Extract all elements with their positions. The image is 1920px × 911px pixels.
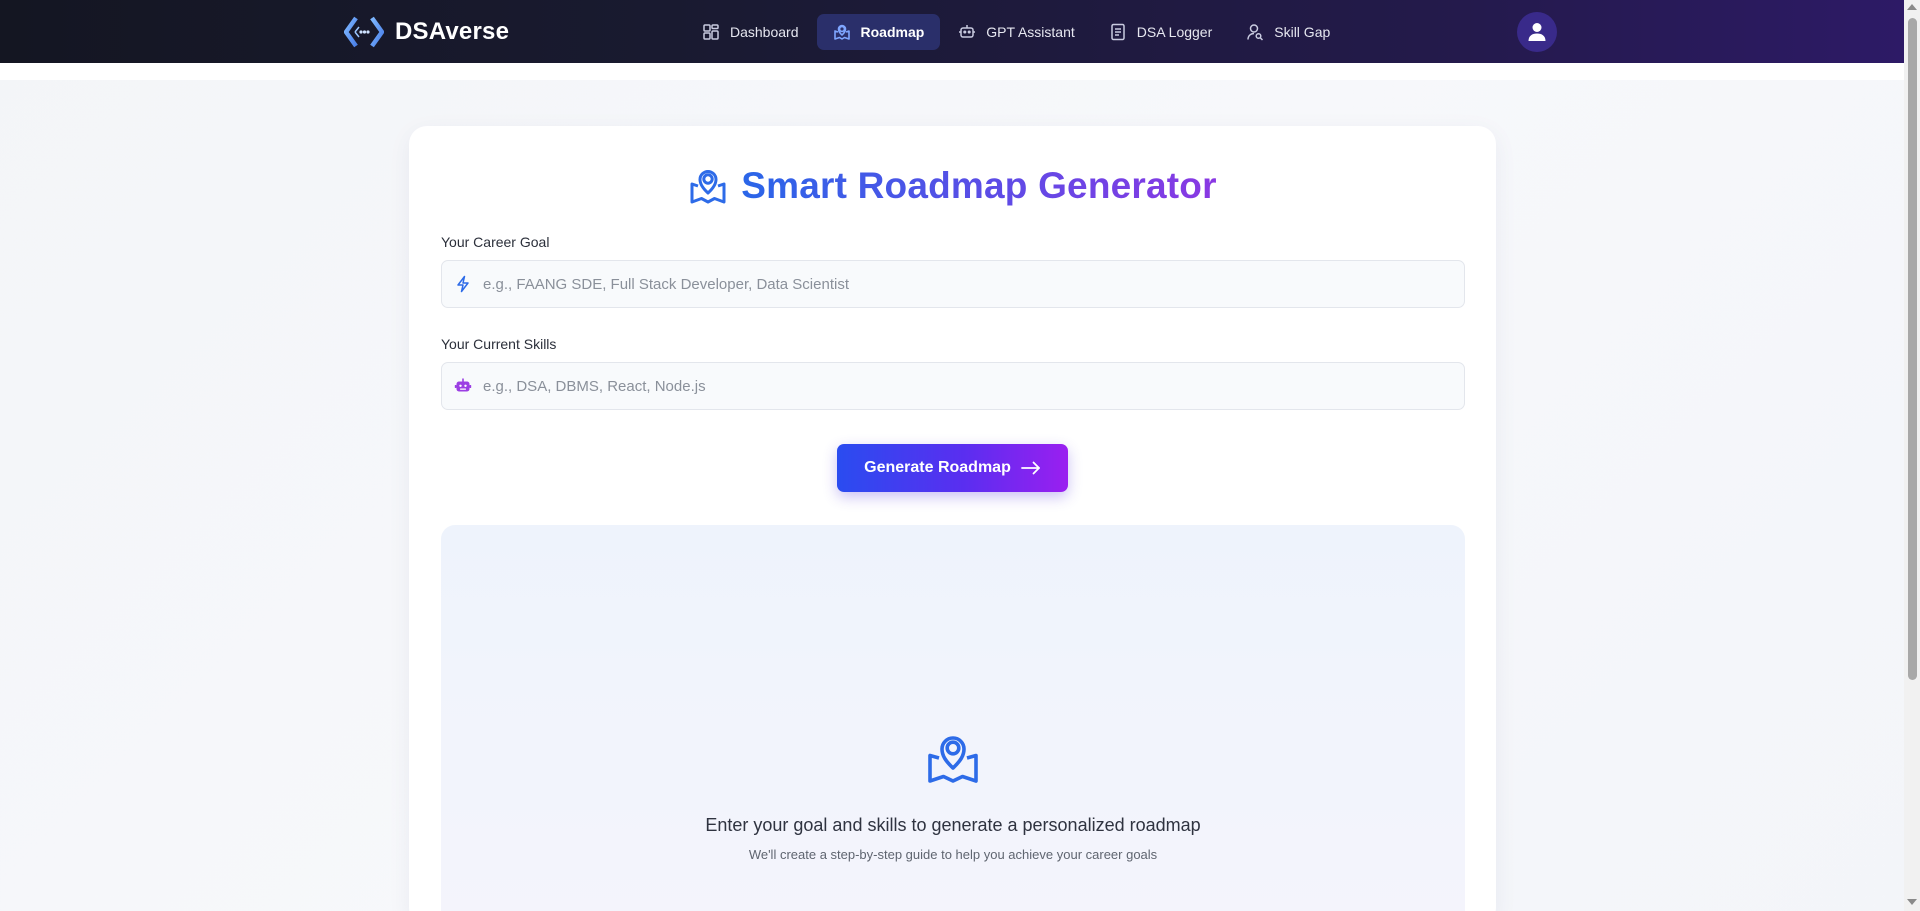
user-search-icon: [1247, 24, 1264, 41]
nav-item-label: GPT Assistant: [986, 24, 1075, 40]
code-brackets-icon: [344, 16, 384, 48]
roadmap-generator-card: Smart Roadmap Generator Your Career Goal…: [409, 126, 1496, 911]
header-divider-strip: [0, 63, 1904, 80]
map-pin-icon: [928, 736, 978, 783]
current-skills-field[interactable]: [441, 362, 1465, 410]
scroll-down-arrow-icon[interactable]: [1907, 899, 1917, 905]
nav-item-gpt-assistant[interactable]: GPT Assistant: [942, 14, 1090, 50]
nav-item-dashboard[interactable]: Dashboard: [686, 14, 815, 50]
current-skills-input[interactable]: [481, 376, 1445, 396]
generate-roadmap-label: Generate Roadmap: [864, 459, 1011, 476]
nav-item-label: Skill Gap: [1274, 24, 1331, 40]
current-skills-label: Your Current Skills: [441, 336, 557, 352]
scroll-up-arrow-icon[interactable]: [1907, 4, 1917, 10]
nav-item-roadmap[interactable]: Roadmap: [816, 14, 941, 50]
career-goal-field[interactable]: [441, 260, 1465, 308]
map-pin-icon: [690, 170, 726, 204]
nav-item-dsa-logger[interactable]: DSA Logger: [1093, 14, 1229, 50]
empty-state-subtitle: We'll create a step-by-step guide to hel…: [748, 847, 1158, 862]
top-navbar: DSAverse Dashboard Roadmap GPT Assistant…: [0, 0, 1904, 63]
roadmap-result-panel: Enter your goal and skills to generate a…: [441, 525, 1465, 911]
document-icon: [1111, 23, 1125, 41]
lightning-icon: [457, 275, 469, 293]
generate-roadmap-button[interactable]: Generate Roadmap: [837, 444, 1068, 492]
nav-item-label: Roadmap: [860, 24, 925, 40]
empty-state-title: Enter your goal and skills to generate a…: [705, 815, 1201, 835]
user-avatar-button[interactable]: [1517, 12, 1557, 52]
app-name: DSAverse: [395, 18, 510, 45]
page-scrollbar[interactable]: [1904, 0, 1920, 911]
page-title-row: Smart Roadmap Generator: [409, 156, 1496, 216]
career-goal-input[interactable]: [481, 274, 1445, 294]
career-goal-label: Your Career Goal: [441, 234, 550, 250]
user-icon: [1528, 23, 1546, 41]
app-logo[interactable]: DSAverse: [344, 14, 509, 50]
nav-item-skill-gap[interactable]: Skill Gap: [1230, 14, 1346, 50]
page-title: Smart Roadmap Generator: [741, 165, 1217, 206]
dashboard-grid-icon: [703, 24, 719, 40]
robot-icon: [454, 378, 472, 392]
scrollbar-thumb[interactable]: [1908, 18, 1917, 680]
robot-icon: [959, 25, 976, 38]
nav-item-label: Dashboard: [730, 24, 799, 40]
main-nav: Dashboard Roadmap GPT Assistant DSA Logg…: [686, 14, 1346, 50]
map-pin-icon: [833, 24, 850, 40]
arrow-right-icon: [1020, 461, 1040, 475]
nav-item-label: DSA Logger: [1136, 24, 1213, 40]
